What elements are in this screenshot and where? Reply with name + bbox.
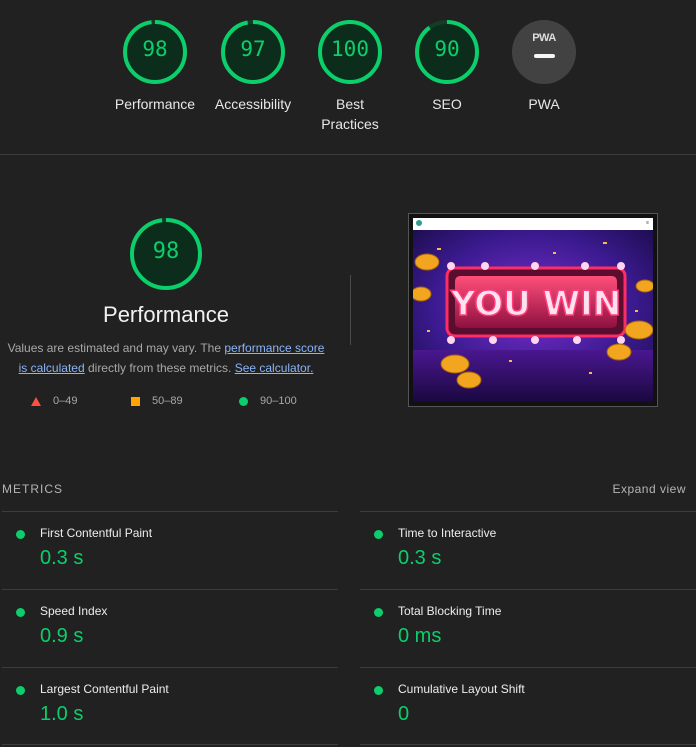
legend-pass: 90–100 [239,395,297,407]
thumbnail-header: ≡ [413,218,653,230]
pass-circle-icon [374,530,383,539]
metric-title: First Contentful Paint [40,526,153,540]
circle-icon [239,396,248,406]
triangle-icon [31,396,41,406]
legend-fail: 0–49 [31,395,77,407]
metrics-header: METRICS [2,482,63,496]
metric-title: Time to Interactive [398,526,497,540]
lighthouse-report: 98 Performance 97 Accessibility 100 Best… [0,0,696,747]
gauge-ring: 98 [122,19,188,85]
site-logo-icon [416,220,424,226]
see-calculator-link[interactable]: See calculator. [235,361,314,375]
screenshot-image: ≡ YOU WIN [413,218,653,402]
gauge-performance[interactable]: 98 Performance [105,19,205,114]
metric-total-blocking-time: Total Blocking Time 0 ms [360,589,696,666]
performance-description: Values are estimated and may vary. The p… [2,338,330,378]
pass-circle-icon [374,686,383,695]
legend-range: 90–100 [260,395,297,407]
gauge-label: Performance [114,96,196,112]
pwa-badge-text: PWA [532,32,556,44]
desc-text: Values are estimated and may vary. The [7,341,225,355]
pass-circle-icon [374,608,383,617]
metric-time-to-interactive: Time to Interactive 0.3 s [360,511,696,588]
metric-title: Total Blocking Time [398,604,502,618]
gauge-seo[interactable]: 90 SEO [397,19,497,114]
metric-divider [2,667,338,668]
gauge-score: 97 [240,37,266,61]
gauge-accessibility[interactable]: 97 Accessibility [203,19,303,114]
pass-circle-icon [16,686,25,695]
metric-speed-index: Speed Index 0.9 s [2,589,338,666]
expand-view-toggle[interactable]: Expand view [612,482,686,496]
metric-divider [2,744,338,745]
menu-icon: ≡ [646,220,649,226]
metric-first-contentful-paint: First Contentful Paint 0.3 s [2,511,338,588]
pwa-dash-icon [534,54,555,58]
desc-text: directly from these metrics. [84,361,235,375]
metric-divider [360,744,696,745]
gauge-label: Best Practices [321,96,379,132]
legend-range: 50–89 [152,395,183,407]
gauge-score: 100 [331,37,369,61]
gauge-label: PWA [528,96,560,112]
metric-value: 0.3 s [398,547,442,569]
metric-value: 0 ms [398,625,442,647]
gauge-best-practices[interactable]: 100 Best Practices [300,19,400,134]
metric-value: 1.0 s [40,703,84,725]
section-divider [0,154,696,155]
gauge-ring: 97 [220,19,286,85]
pass-circle-icon [16,530,25,539]
square-icon [131,396,140,406]
gauge-label: SEO [432,96,462,112]
metric-divider [360,511,696,512]
metric-divider [360,667,696,668]
metric-largest-contentful-paint: Largest Contentful Paint 1.0 s [2,667,338,744]
thumbnail-banner-text: YOU WIN [450,284,621,324]
win-banner-scene: YOU WIN [413,230,653,402]
metric-title: Largest Contentful Paint [40,682,169,696]
metric-divider [2,511,338,512]
metric-divider [2,589,338,590]
metric-title: Speed Index [40,604,108,618]
pass-circle-icon [16,608,25,617]
gauge-label: Accessibility [214,96,292,112]
metric-divider [360,589,696,590]
vertical-separator [350,275,351,345]
gauge-ring: 100 [317,19,383,85]
gauge-score: 98 [142,37,168,61]
pwa-badge-icon: PWA [512,20,576,84]
legend-range: 0–49 [53,395,78,407]
gauge-score: 90 [434,37,460,61]
gauge-pwa[interactable]: PWA PWA [494,19,594,114]
metric-value: 0.9 s [40,625,84,647]
metric-cumulative-layout-shift: Cumulative Layout Shift 0 [360,667,696,744]
metric-value: 0.3 s [40,547,84,569]
final-screenshot[interactable]: ≡ YOU WIN [408,213,658,407]
gauge-ring: 90 [414,19,480,85]
metric-title: Cumulative Layout Shift [398,682,525,696]
metric-value: 0 [398,703,410,725]
legend-average: 50–89 [131,395,183,407]
performance-title: Performance [103,302,229,327]
performance-gauge: 98 [129,217,203,291]
performance-score: 98 [152,239,180,264]
